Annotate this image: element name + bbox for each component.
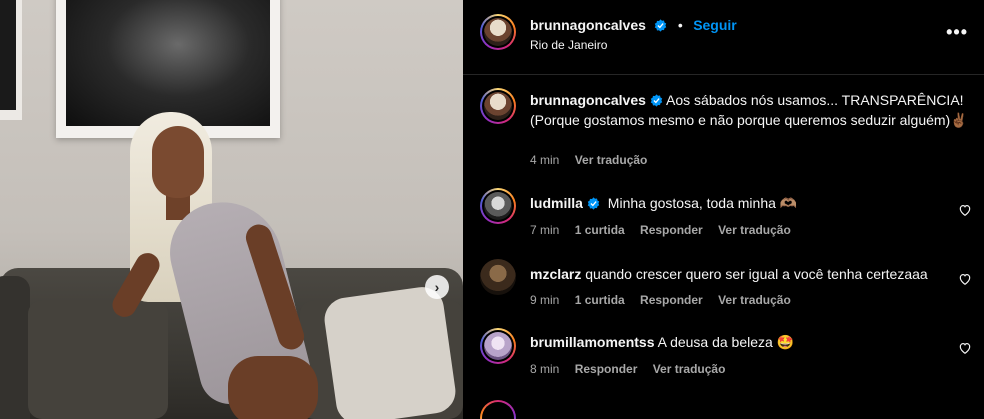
follow-button[interactable]: Seguir [693,17,737,33]
translate-link[interactable]: Ver tradução [718,223,791,237]
separator-dot: • [677,17,683,33]
verified-icon [587,197,600,210]
post-photo[interactable]: › [0,0,463,419]
post-location[interactable]: Rio de Janeiro [530,38,607,52]
comment-avatar[interactable] [480,188,516,224]
caption-time[interactable]: 4 min [530,153,559,167]
caption-avatar[interactable] [480,88,516,124]
comment-text: A deusa da beleza 🤩 [657,334,795,350]
caption-author[interactable]: brunnagoncalves [530,92,646,108]
translate-link[interactable]: Ver tradução [718,293,791,307]
person-face [152,126,204,198]
comment-time[interactable]: 9 min [530,293,559,307]
comment-meta: 7 min 1 curtida Responder Ver tradução [530,223,803,237]
caption: brunnagoncalves Aos sábados nós usamos..… [463,88,984,168]
verified-icon [650,94,663,107]
comment-avatar[interactable] [480,328,516,364]
comment-text: Minha gostosa, toda minha 🫶🏽 [607,195,798,211]
wall-art-left [0,0,22,120]
comment-body: ludmilla Minha gostosa, toda minha 🫶🏽 [530,193,797,213]
comment-likes[interactable]: 1 curtida [575,223,625,237]
caption-meta: 4 min Ver tradução [530,153,659,167]
more-options-icon[interactable]: ••• [946,22,968,43]
comment-meta: 9 min 1 curtida Responder Ver tradução [530,293,803,307]
comment-body: mzclarz quando crescer quero ser igual a… [530,264,928,284]
sofa-arm [0,276,30,419]
header-author-row: brunnagoncalves • Seguir [530,17,737,35]
heart-icon[interactable] [958,203,972,217]
comment-avatar[interactable] [480,400,516,419]
comment-item: mzclarz quando crescer quero ser igual a… [463,259,984,315]
comment-body: brumillamomentss A deusa da beleza 🤩 [530,332,794,352]
person-leg [228,356,318,419]
comment-author[interactable]: brumillamomentss [530,334,654,350]
sofa-cushion [28,300,168,419]
chevron-right-icon: › [434,279,440,295]
reply-button[interactable]: Responder [640,223,703,237]
post-header: brunnagoncalves • Seguir Rio de Janeiro … [463,0,984,75]
comment-text: quando crescer quero ser igual a você te… [585,266,928,282]
reply-button[interactable]: Responder [575,362,638,376]
verified-icon [655,19,667,32]
caption-translate-link[interactable]: Ver tradução [575,153,648,167]
comment-author[interactable]: mzclarz [530,266,581,282]
pillow [321,284,459,419]
next-photo-button[interactable]: › [425,275,449,299]
post-sidebar: brunnagoncalves • Seguir Rio de Janeiro … [463,0,984,419]
comment-likes[interactable]: 1 curtida [575,293,625,307]
comment-item: ludmilla Minha gostosa, toda minha 🫶🏽 7 … [463,188,984,244]
heart-icon[interactable] [958,341,972,355]
translate-link[interactable]: Ver tradução [653,362,726,376]
comment-author[interactable]: ludmilla [530,195,583,211]
caption-body: brunnagoncalves Aos sábados nós usamos..… [530,90,970,130]
comment-item: brumillamomentss A deusa da beleza 🤩 8 m… [463,328,984,384]
author-avatar[interactable] [480,14,516,50]
comment-avatar[interactable] [480,259,516,295]
comment-time[interactable]: 8 min [530,362,559,376]
reply-button[interactable]: Responder [640,293,703,307]
author-username[interactable]: brunnagoncalves [530,17,646,33]
comment-time[interactable]: 7 min [530,223,559,237]
heart-icon[interactable] [958,272,972,286]
comment-meta: 8 min Responder Ver tradução [530,362,737,376]
